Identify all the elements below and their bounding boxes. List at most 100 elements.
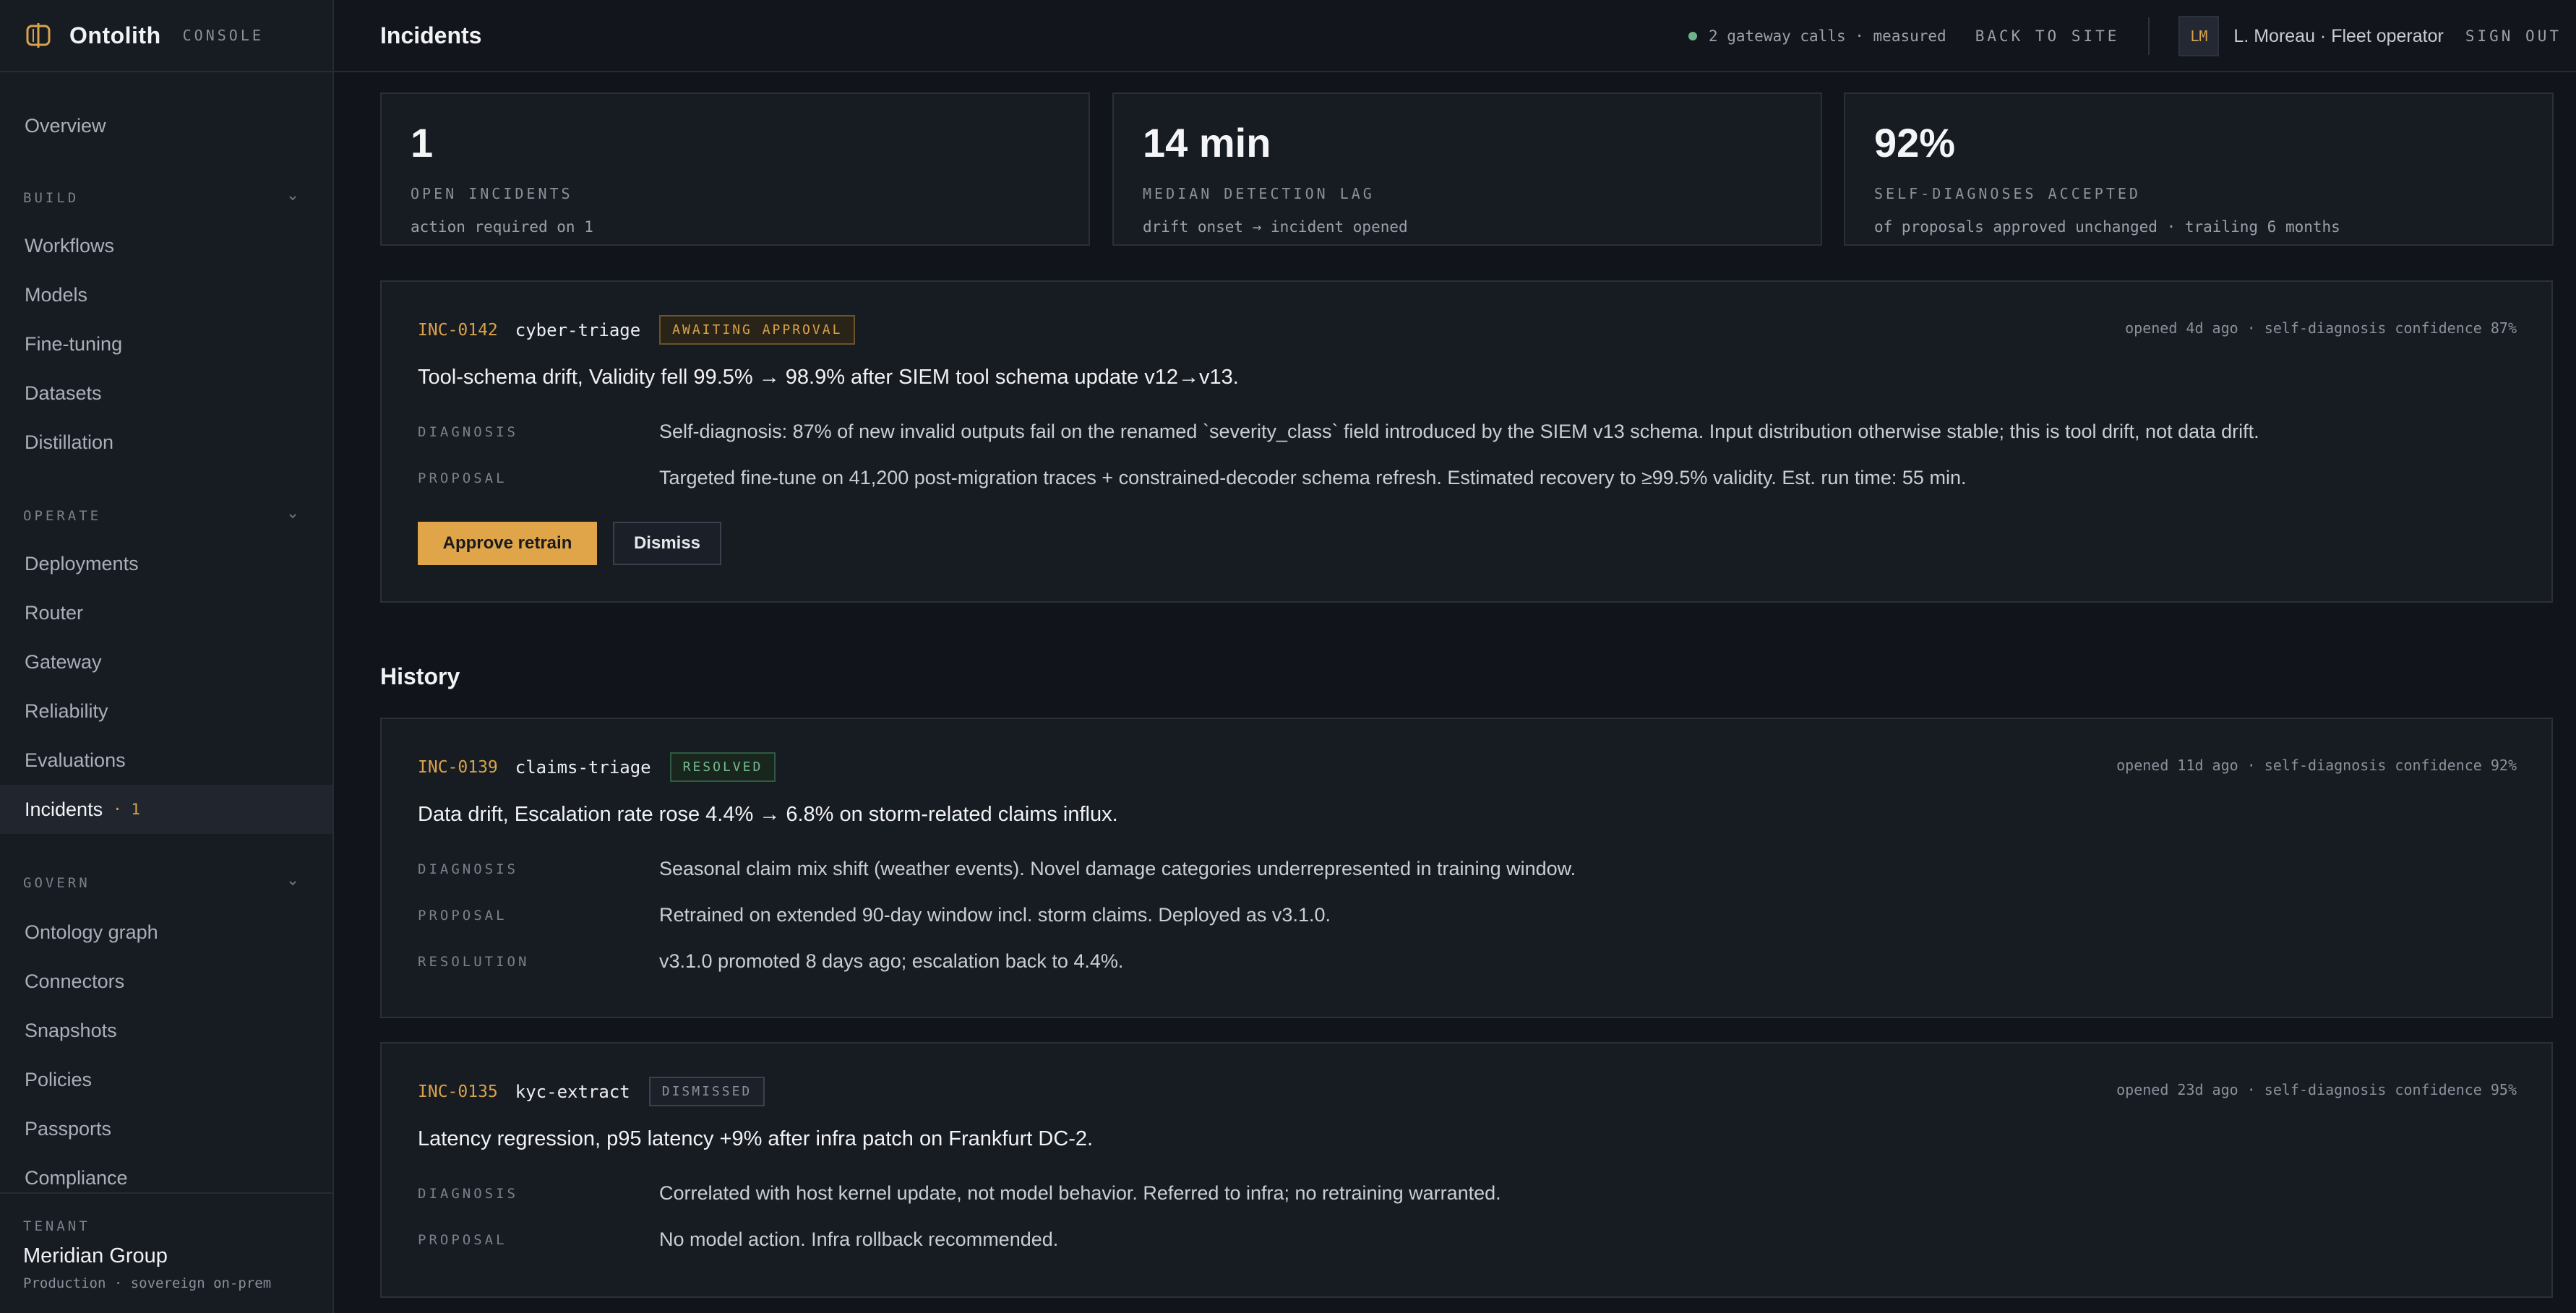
diagnosis-text: Self-diagnosis: 87% of new invalid outpu… [659,421,2259,442]
chevron-down-icon [289,514,296,519]
sidebar-item-label: Router [25,601,84,624]
ontolith-logo-icon [26,23,51,48]
brand[interactable]: Ontolith CONSOLE [0,0,332,72]
back-to-site-link[interactable]: BACK TO SITE [1975,27,2120,45]
sidebar-item-incidents[interactable]: Incidents · 1 [0,785,332,834]
sidebar-item-label: Reliability [25,699,108,722]
brand-tag: CONSOLE [182,27,264,44]
proposal-row: PROPOSAL Retrained on extended 90-day wi… [418,904,1331,926]
incident-title: Tool-schema drift, Validity fell 99.5% →… [418,366,1239,389]
resolution-row: RESOLUTION v3.1.0 promoted 8 days ago; e… [418,950,1123,973]
chevron-down-icon [289,881,296,886]
history-heading: History [380,663,460,689]
stat-subtext: drift onset → incident opened [1143,218,1408,236]
incident-id-link[interactable]: INC-0139 [418,758,498,777]
row-label: DIAGNOSIS [418,1185,518,1202]
tenant-environment: Production · sovereign on-prem [23,1275,272,1291]
sidebar-item-label: Distillation [25,431,114,453]
incident-header: INC-0139 claims-triage RESOLVED [418,752,776,782]
sidebar-item-distillation[interactable]: Distillation [0,418,332,467]
sidebar-item-label: Datasets [25,382,102,404]
row-label: RESOLUTION [418,953,530,970]
diagnosis-text: Correlated with host kernel update, not … [659,1182,1501,1204]
sidebar-item-label: Models [25,283,88,306]
sign-out-link[interactable]: SIGN OUT [2465,27,2562,45]
sidebar-item-overview[interactable]: Overview [0,101,332,150]
tenant-switcher[interactable]: TENANT Meridian Group Production · sover… [0,1192,332,1313]
diagnosis-text: Seasonal claim mix shift (weather events… [659,858,1576,879]
stat-card-open-incidents: 1 OPEN INCIDENTS action required on 1 [380,92,1090,246]
incident-card-history: INC-0135 kyc-extract DISMISSED opened 23… [380,1042,2553,1298]
sidebar-item-ontology-graph[interactable]: Ontology graph [0,908,332,957]
status-dot-icon [1688,32,1697,40]
sidebar-item-label: Compliance [25,1166,128,1189]
incident-meta: opened 4d ago · self-diagnosis confidenc… [2125,319,2517,337]
sidebar-item-reliability[interactable]: Reliability [0,686,332,736]
section-operate[interactable]: OPERATE [23,501,298,530]
sidebar-item-policies[interactable]: Policies [0,1055,332,1104]
page-title: Incidents [380,22,482,48]
sidebar-item-label: Ontology graph [25,921,158,943]
avatar[interactable]: LM [2178,16,2220,56]
sidebar-item-label: Connectors [25,970,125,992]
sidebar-item-passports[interactable]: Passports [0,1104,332,1153]
row-label: DIAGNOSIS [418,861,518,877]
status-badge: AWAITING APPROVAL [659,315,856,345]
sidebar-item-datasets[interactable]: Datasets [0,369,332,418]
incident-model: kyc-extract [515,1081,630,1102]
resolution-text: v3.1.0 promoted 8 days ago; escalation b… [659,950,1124,972]
section-label: OPERATE [23,508,102,524]
incident-card-history: INC-0139 claims-triage RESOLVED opened 1… [380,718,2553,1018]
header-actions: 2 gateway calls · measured BACK TO SITE … [1688,0,2562,72]
sidebar-item-models[interactable]: Models [0,270,332,319]
stat-label: MEDIAN DETECTION LAG [1143,185,1375,202]
sidebar-item-label: Snapshots [25,1019,117,1041]
incident-title: Data drift, Escalation rate rose 4.4% → … [418,803,1118,826]
sidebar-item-fine-tuning[interactable]: Fine-tuning [0,319,332,369]
brand-name: Ontolith [69,22,161,48]
sidebar-item-label: Gateway [25,650,102,673]
proposal-text: Targeted fine-tune on 41,200 post-migrat… [659,467,1967,488]
proposal-row: PROPOSAL Targeted fine-tune on 41,200 po… [418,467,1966,489]
dismiss-button[interactable]: Dismiss [613,522,721,565]
sidebar-item-label: Evaluations [25,749,126,771]
incident-model: claims-triage [515,757,651,778]
sidebar-item-evaluations[interactable]: Evaluations [0,736,332,785]
user-name: L. Moreau · Fleet operator [2233,25,2444,46]
row-label: DIAGNOSIS [418,423,518,440]
sidebar-item-compliance[interactable]: Compliance [0,1153,332,1192]
sidebar-item-deployments[interactable]: Deployments [0,539,332,588]
sidebar-item-connectors[interactable]: Connectors [0,957,332,1006]
section-label: GOVERN [23,875,90,891]
incident-id-link[interactable]: INC-0135 [418,1082,498,1101]
status-badge: DISMISSED [648,1077,765,1106]
incident-id-link[interactable]: INC-0142 [418,321,498,340]
sidebar-item-label: Workflows [25,234,115,257]
sidebar: Ontolith CONSOLE Overview BUILD Workflow… [0,0,334,1313]
stat-subtext: of proposals approved unchanged · traili… [1874,218,2340,236]
stat-value: 1 [411,120,434,165]
section-govern[interactable]: GOVERN [23,869,298,897]
sidebar-nav: Overview BUILD Workflows Models Fine-tun… [0,72,332,1192]
sidebar-item-label: Passports [25,1117,112,1140]
approve-retrain-button[interactable]: Approve retrain [418,522,597,565]
incident-title: Latency regression, p95 latency +9% afte… [418,1127,1094,1150]
tenant-label: TENANT [23,1218,90,1234]
sidebar-item-gateway[interactable]: Gateway [0,637,332,686]
sidebar-item-label: Policies [25,1068,93,1090]
row-label: PROPOSAL [418,1231,507,1248]
sidebar-item-workflows[interactable]: Workflows [0,221,332,270]
chevron-down-icon [289,196,296,201]
sidebar-item-router[interactable]: Router [0,588,332,637]
top-bar: Incidents 2 gateway calls · measured BAC… [334,0,2576,72]
sidebar-item-label: Incidents [25,798,103,820]
sidebar-item-label: Overview [25,114,106,137]
tenant-name: Meridian Group [23,1244,168,1267]
section-build[interactable]: BUILD [23,184,298,212]
section-label: BUILD [23,190,80,206]
sidebar-item-snapshots[interactable]: Snapshots [0,1006,332,1055]
incident-model: cyber-triage [515,319,641,340]
incident-header: INC-0142 cyber-triage AWAITING APPROVAL [418,315,856,345]
incident-card-open: INC-0142 cyber-triage AWAITING APPROVAL … [380,280,2553,603]
incident-header: INC-0135 kyc-extract DISMISSED [418,1077,765,1106]
